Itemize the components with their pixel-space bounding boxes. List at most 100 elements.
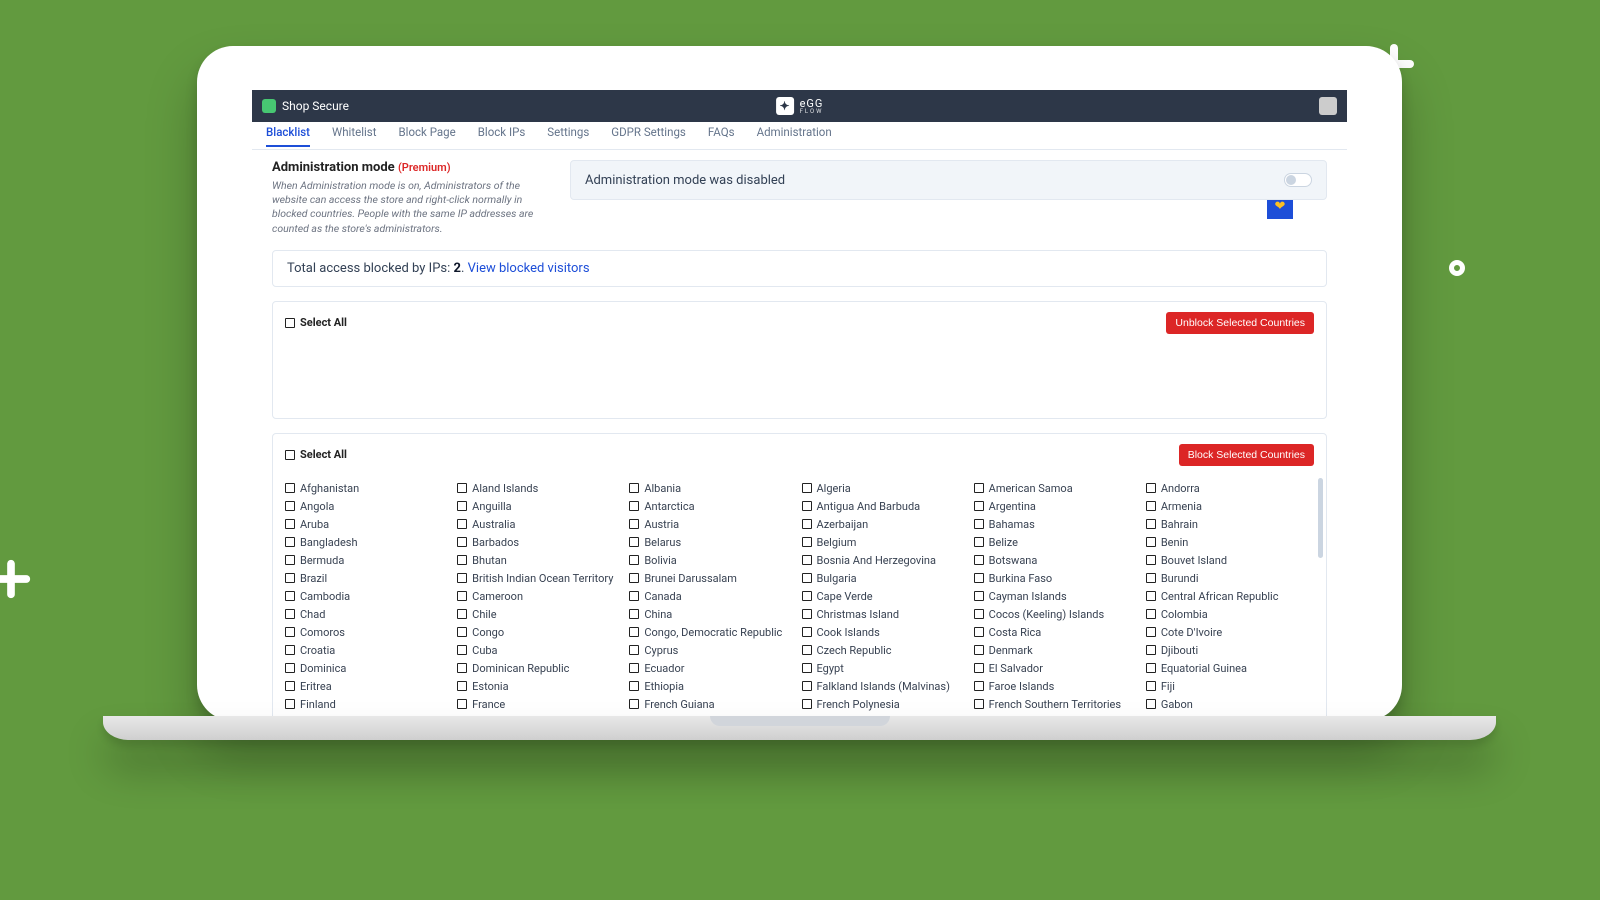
country-item[interactable]: British Indian Ocean Territory	[457, 572, 625, 585]
country-item[interactable]: Belize	[974, 536, 1142, 549]
country-item[interactable]: Algeria	[802, 482, 970, 495]
country-item[interactable]: Congo, Democratic Republic	[629, 626, 797, 639]
country-item[interactable]: Croatia	[285, 644, 453, 657]
avatar[interactable]	[1319, 97, 1337, 115]
unblock-button[interactable]: Unblock Selected Countries	[1166, 312, 1314, 334]
country-item[interactable]: Benin	[1146, 536, 1314, 549]
country-item[interactable]: Anguilla	[457, 500, 625, 513]
checkbox-icon	[1146, 699, 1156, 709]
block-button[interactable]: Block Selected Countries	[1179, 444, 1314, 466]
country-item[interactable]: French Polynesia	[802, 698, 970, 711]
country-item[interactable]: Cote D'Ivoire	[1146, 626, 1314, 639]
country-item[interactable]: Azerbaijan	[802, 518, 970, 531]
country-item[interactable]: France	[457, 698, 625, 711]
country-item[interactable]: Egypt	[802, 662, 970, 675]
country-item[interactable]: Ecuador	[629, 662, 797, 675]
country-item[interactable]: American Samoa	[974, 482, 1142, 495]
country-item[interactable]: Chad	[285, 608, 453, 621]
country-item[interactable]: Antarctica	[629, 500, 797, 513]
country-item[interactable]: Ethiopia	[629, 680, 797, 693]
country-item[interactable]: Cape Verde	[802, 590, 970, 603]
admin-mode-toggle[interactable]	[1284, 173, 1312, 187]
country-item[interactable]: Bhutan	[457, 554, 625, 567]
country-item[interactable]: Cambodia	[285, 590, 453, 603]
tab-blacklist[interactable]: Blacklist	[266, 125, 310, 147]
country-item[interactable]: Angola	[285, 500, 453, 513]
select-all-available[interactable]: Select All	[285, 448, 347, 461]
country-item[interactable]: Aland Islands	[457, 482, 625, 495]
country-item[interactable]: Estonia	[457, 680, 625, 693]
country-item[interactable]: Austria	[629, 518, 797, 531]
tab-whitelist[interactable]: Whitelist	[332, 125, 376, 147]
country-item[interactable]: Equatorial Guinea	[1146, 662, 1314, 675]
tab-gdpr-settings[interactable]: GDPR Settings	[611, 125, 686, 147]
country-item[interactable]: Bouvet Island	[1146, 554, 1314, 567]
country-item[interactable]: Antigua And Barbuda	[802, 500, 970, 513]
checkbox-icon	[974, 627, 984, 637]
country-item[interactable]: Bolivia	[629, 554, 797, 567]
country-item[interactable]: Afghanistan	[285, 482, 453, 495]
country-item[interactable]: Denmark	[974, 644, 1142, 657]
country-item[interactable]: Barbados	[457, 536, 625, 549]
country-item[interactable]: Bermuda	[285, 554, 453, 567]
view-blocked-link[interactable]: View blocked visitors	[468, 261, 590, 276]
country-item[interactable]: Congo	[457, 626, 625, 639]
country-item[interactable]: Aruba	[285, 518, 453, 531]
country-item[interactable]: Bahamas	[974, 518, 1142, 531]
country-item[interactable]: Gabon	[1146, 698, 1314, 711]
tab-faqs[interactable]: FAQs	[708, 125, 735, 147]
country-item[interactable]: Belarus	[629, 536, 797, 549]
country-item[interactable]: Canada	[629, 590, 797, 603]
country-item[interactable]: Dominica	[285, 662, 453, 675]
country-item[interactable]: French Southern Territories	[974, 698, 1142, 711]
country-item[interactable]: Eritrea	[285, 680, 453, 693]
country-item[interactable]: Cocos (Keeling) Islands	[974, 608, 1142, 621]
country-item[interactable]: Faroe Islands	[974, 680, 1142, 693]
country-item[interactable]: El Salvador	[974, 662, 1142, 675]
country-item[interactable]: Cook Islands	[802, 626, 970, 639]
checkbox-icon	[457, 555, 467, 565]
tab-block-ips[interactable]: Block IPs	[478, 125, 526, 147]
country-item[interactable]: French Guiana	[629, 698, 797, 711]
country-item[interactable]: Colombia	[1146, 608, 1314, 621]
country-item[interactable]: Brazil	[285, 572, 453, 585]
country-item[interactable]: Burkina Faso	[974, 572, 1142, 585]
country-item[interactable]: Cameroon	[457, 590, 625, 603]
country-item[interactable]: Argentina	[974, 500, 1142, 513]
country-item[interactable]: Central African Republic	[1146, 590, 1314, 603]
tab-block-page[interactable]: Block Page	[399, 125, 456, 147]
country-item[interactable]: Albania	[629, 482, 797, 495]
scrollbar[interactable]	[1318, 478, 1323, 558]
checkbox-icon	[457, 483, 467, 493]
tab-administration[interactable]: Administration	[757, 125, 832, 147]
country-item[interactable]: Falkland Islands (Malvinas)	[802, 680, 970, 693]
country-item[interactable]: Cuba	[457, 644, 625, 657]
checkbox-icon	[629, 591, 639, 601]
tab-settings[interactable]: Settings	[547, 125, 589, 147]
country-item[interactable]: Botswana	[974, 554, 1142, 567]
checkbox-icon	[629, 501, 639, 511]
country-item[interactable]: Fiji	[1146, 680, 1314, 693]
country-item[interactable]: Australia	[457, 518, 625, 531]
country-item[interactable]: Czech Republic	[802, 644, 970, 657]
select-all-blocked[interactable]: Select All	[285, 316, 347, 329]
country-item[interactable]: Djibouti	[1146, 644, 1314, 657]
country-item[interactable]: Brunei Darussalam	[629, 572, 797, 585]
country-item[interactable]: Chile	[457, 608, 625, 621]
country-item[interactable]: Bulgaria	[802, 572, 970, 585]
country-item[interactable]: Costa Rica	[974, 626, 1142, 639]
country-item[interactable]: China	[629, 608, 797, 621]
country-item[interactable]: Armenia	[1146, 500, 1314, 513]
country-item[interactable]: Andorra	[1146, 482, 1314, 495]
country-item[interactable]: Burundi	[1146, 572, 1314, 585]
country-item[interactable]: Finland	[285, 698, 453, 711]
country-item[interactable]: Comoros	[285, 626, 453, 639]
country-item[interactable]: Belgium	[802, 536, 970, 549]
country-item[interactable]: Cyprus	[629, 644, 797, 657]
country-item[interactable]: Cayman Islands	[974, 590, 1142, 603]
country-item[interactable]: Bosnia And Herzegovina	[802, 554, 970, 567]
country-item[interactable]: Dominican Republic	[457, 662, 625, 675]
country-item[interactable]: Christmas Island	[802, 608, 970, 621]
country-item[interactable]: Bangladesh	[285, 536, 453, 549]
country-item[interactable]: Bahrain	[1146, 518, 1314, 531]
